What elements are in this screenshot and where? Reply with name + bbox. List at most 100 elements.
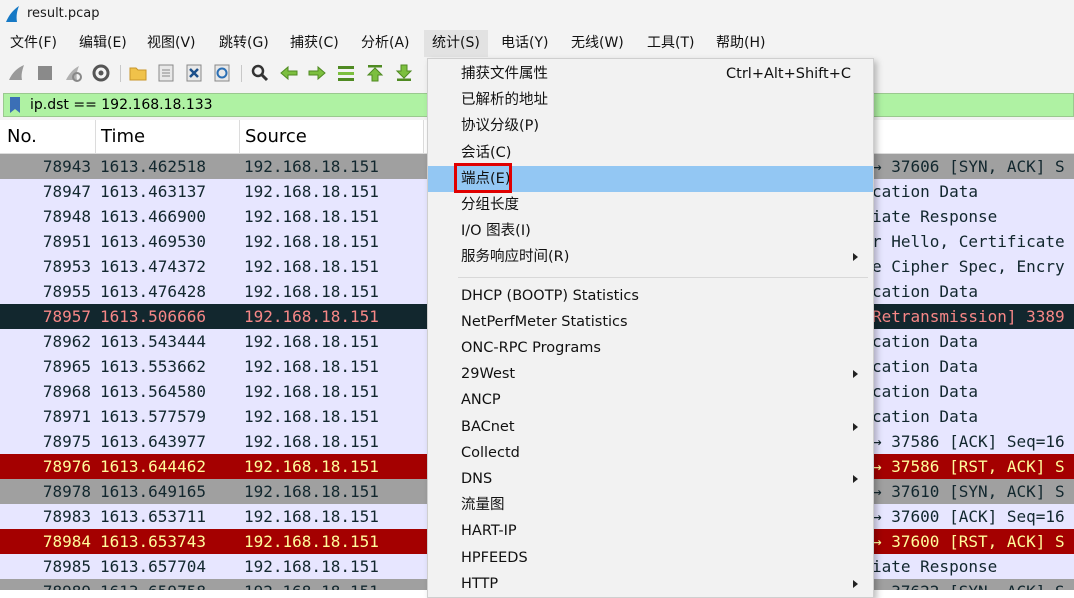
bookmark-icon[interactable] (10, 97, 20, 113)
packet-info: iate Response (872, 207, 998, 226)
open-file-icon[interactable] (128, 63, 148, 83)
packet-number: 78957 (42, 307, 91, 326)
stats-menu-item-label: 协议分级(P) (461, 118, 540, 135)
packet-info: Retransmission] 3389 (872, 307, 1065, 326)
stop-capture-icon[interactable] (35, 63, 55, 83)
packet-source: 192.168.18.151 (244, 157, 379, 176)
menu-wireless[interactable]: 无线(W) (571, 30, 624, 57)
packet-info: → 37586 [ACK] Seq=16 (872, 432, 1065, 451)
packet-number: 78978 (42, 482, 91, 501)
wireshark-fin-icon (6, 6, 19, 22)
display-filter-text: ip.dst == 192.168.18.133 (30, 97, 213, 113)
stats-menu-item[interactable]: ANCP (428, 387, 873, 413)
packet-source: 192.168.18.151 (244, 557, 379, 576)
stats-menu-item-label: Collectd (461, 444, 520, 461)
packet-time: 1613.577579 (100, 407, 206, 426)
stats-menu-item[interactable]: Collectd (428, 440, 873, 466)
stats-menu-item[interactable]: 协议分级(P) (428, 113, 873, 139)
submenu-arrow-icon (853, 422, 858, 431)
stats-menu-item-label: HTTP (461, 575, 499, 592)
menu-go[interactable]: 跳转(G) (219, 30, 269, 57)
annotation-highlight-box (454, 162, 512, 193)
packet-source: 192.168.18.151 (244, 257, 379, 276)
packet-number: 78968 (42, 382, 91, 401)
packet-number: 78985 (42, 557, 91, 576)
packet-number: 78976 (42, 457, 91, 476)
packet-info: cation Data (872, 382, 978, 401)
save-file-icon[interactable] (156, 63, 176, 83)
stats-menu-item[interactable]: DHCP (BOOTP) Statistics (428, 283, 873, 309)
packet-number: 78983 (42, 507, 91, 526)
close-file-icon[interactable] (184, 63, 204, 83)
go-back-icon[interactable] (279, 63, 299, 83)
reload-file-icon[interactable] (212, 63, 232, 83)
packet-info: → 37606 [SYN, ACK] S (872, 157, 1065, 176)
packet-time: 1613.476428 (100, 282, 206, 301)
menu-statistics[interactable]: 统计(S) (424, 30, 488, 57)
stats-menu-item[interactable]: I/O 图表(I) (428, 218, 873, 244)
packet-source: 192.168.18.151 (244, 407, 379, 426)
menu-telephony[interactable]: 电话(Y) (501, 30, 548, 57)
menu-capture[interactable]: 捕获(C) (290, 30, 339, 57)
stats-menu-item-label: 服务响应时间(R) (461, 249, 570, 266)
menu-view[interactable]: 视图(V) (147, 30, 196, 57)
packet-time: 1613.653711 (100, 507, 206, 526)
stats-menu-item[interactable]: HART-IP (428, 518, 873, 544)
packet-source: 192.168.18.151 (244, 532, 379, 551)
column-divider[interactable] (423, 120, 424, 154)
packet-number: 78962 (42, 332, 91, 351)
packet-source: 192.168.18.151 (244, 182, 379, 201)
stats-menu-item[interactable]: BACnet (428, 414, 873, 440)
restart-capture-icon[interactable] (63, 63, 83, 83)
menu-edit[interactable]: 编辑(E) (79, 30, 127, 57)
stats-menu-item-label: 会话(C) (461, 144, 512, 161)
column-header-source[interactable]: Source (245, 120, 307, 154)
packet-source: 192.168.18.151 (244, 332, 379, 351)
menu-help[interactable]: 帮助(H) (716, 30, 765, 57)
column-header-time[interactable]: Time (101, 120, 145, 154)
stats-menu-item[interactable]: 会话(C) (428, 140, 873, 166)
stats-menu-item[interactable]: 分组长度 (428, 192, 873, 218)
stats-menu-item[interactable]: 29West (428, 361, 873, 387)
packet-source: 192.168.18.151 (244, 307, 379, 326)
stats-menu-item[interactable]: DNS (428, 466, 873, 492)
packet-info: cation Data (872, 332, 978, 351)
menu-tools[interactable]: 工具(T) (647, 30, 694, 57)
packet-number: 78971 (42, 407, 91, 426)
stats-menu-item[interactable]: 捕获文件属性 Ctrl+Alt+Shift+C (428, 61, 873, 87)
menu-file[interactable]: 文件(F) (10, 30, 57, 57)
packet-time: 1613.657704 (100, 557, 206, 576)
start-capture-icon[interactable] (7, 63, 27, 83)
column-header-no[interactable]: No. (7, 120, 37, 154)
stats-menu-item[interactable]: HPFEEDS (428, 545, 873, 571)
packet-number: 78953 (42, 257, 91, 276)
stats-menu-item[interactable]: NetPerfMeter Statistics (428, 309, 873, 335)
column-divider[interactable] (95, 120, 96, 154)
packet-source: 192.168.18.151 (244, 207, 379, 226)
go-to-packet-icon[interactable] (336, 63, 356, 83)
go-first-icon[interactable] (365, 63, 385, 83)
stats-menu-item-label: ONC-RPC Programs (461, 340, 601, 356)
submenu-arrow-icon (853, 579, 858, 588)
column-divider[interactable] (239, 120, 240, 154)
capture-options-icon[interactable] (91, 63, 111, 83)
packet-time: 1613.649165 (100, 482, 206, 501)
packet-number: 78984 (42, 532, 91, 551)
menu-analyze[interactable]: 分析(A) (361, 30, 410, 57)
toolbar-separator (120, 65, 121, 82)
stats-menu-item[interactable]: 服务响应时间(R) (428, 244, 873, 270)
packet-info: → 37622 [SYN, ACK] S (872, 579, 1065, 590)
stats-menu-item[interactable]: ONC-RPC Programs (428, 335, 873, 361)
stats-menu-item-label: 29West (461, 366, 516, 383)
stats-menu-item-label: DNS (461, 471, 493, 487)
packet-number: 78947 (42, 182, 91, 201)
packet-number: 78965 (42, 357, 91, 376)
find-packet-icon[interactable] (250, 63, 270, 83)
go-forward-icon[interactable] (307, 63, 327, 83)
stats-menu-item[interactable]: 已解析的地址 (428, 87, 873, 113)
menu-bar: 文件(F) 编辑(E) 视图(V) 跳转(G) 捕获(C) 分析(A) 统计(S… (0, 30, 1074, 57)
stats-menu-item[interactable]: 流量图 (428, 492, 873, 518)
stats-menu-item[interactable]: HTTP (428, 571, 873, 597)
packet-time: 1613.469530 (100, 232, 206, 251)
go-last-icon[interactable] (394, 63, 414, 83)
